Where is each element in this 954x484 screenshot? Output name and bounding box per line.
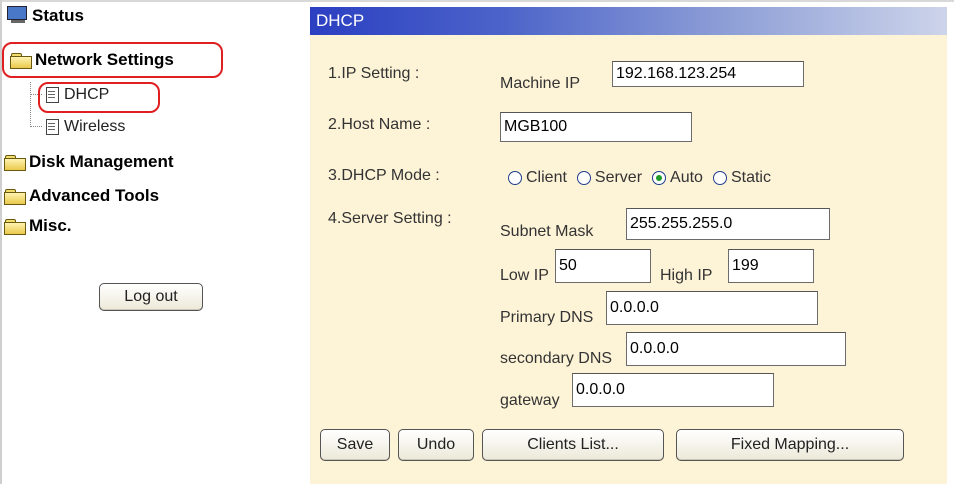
- sidebar-item-label: Advanced Tools: [29, 186, 160, 205]
- logout-button[interactable]: Log out: [99, 283, 203, 311]
- dhcp-panel: DHCP 1.IP Setting : Machine IP 2.Host Na…: [310, 7, 947, 484]
- undo-button[interactable]: Undo: [398, 429, 474, 461]
- page-icon: [44, 87, 60, 103]
- machine-ip-label: Machine IP: [500, 75, 581, 92]
- high-ip-label: High IP: [660, 267, 713, 284]
- radio-label: Client: [526, 169, 567, 186]
- radio-client[interactable]: Client: [508, 169, 567, 187]
- fixed-mapping-button[interactable]: Fixed Mapping...: [676, 429, 904, 461]
- sidebar-item-misc[interactable]: Misc.: [4, 216, 72, 236]
- server-setting-label: 4.Server Setting :: [328, 210, 452, 227]
- save-button[interactable]: Save: [320, 429, 390, 461]
- secondary-dns-label: secondary DNS: [500, 350, 613, 367]
- panel-title-bar: DHCP: [310, 7, 947, 35]
- tree-connector: [30, 126, 42, 127]
- radio-auto[interactable]: Auto: [652, 169, 703, 187]
- sidebar-item-dhcp[interactable]: DHCP: [44, 86, 109, 104]
- radio-label: Static: [730, 169, 771, 186]
- sidebar-item-label: Disk Management: [29, 152, 174, 171]
- main-content: DHCP 1.IP Setting : Machine IP 2.Host Na…: [310, 0, 954, 484]
- clients-list-button[interactable]: Clients List...: [482, 429, 664, 461]
- sidebar-item-label: Network Settings: [35, 50, 174, 69]
- monitor-icon: [6, 6, 30, 26]
- sidebar-item-label: Status: [32, 6, 84, 25]
- sidebar-nav: Status Network Settings DHCP Wireless Di…: [0, 0, 296, 484]
- sidebar-item-status[interactable]: Status: [6, 6, 84, 26]
- folder-icon: [4, 154, 26, 171]
- sidebar-item-wireless[interactable]: Wireless: [44, 118, 125, 136]
- dhcp-mode-label: 3.DHCP Mode :: [328, 167, 440, 184]
- folder-icon: [4, 188, 26, 205]
- sidebar-item-label: DHCP: [64, 86, 110, 103]
- page-icon: [44, 119, 60, 135]
- gateway-label: gateway: [500, 392, 560, 409]
- radio-button-icon: [712, 171, 727, 185]
- sidebar-item-advanced-tools[interactable]: Advanced Tools: [4, 186, 159, 206]
- tree-connector: [30, 82, 31, 127]
- radio-button-icon: [508, 171, 522, 185]
- low-ip-input[interactable]: [555, 249, 651, 283]
- ip-setting-label: 1.IP Setting :: [328, 65, 420, 82]
- sidebar-item-network-settings[interactable]: Network Settings: [10, 50, 174, 70]
- sidebar-item-label: Misc.: [29, 216, 72, 235]
- page-title: DHCP: [316, 11, 365, 30]
- radio-button-icon: [576, 171, 591, 185]
- subnet-mask-label: Subnet Mask: [500, 223, 594, 240]
- secondary-dns-input[interactable]: [626, 332, 846, 366]
- subnet-mask-input[interactable]: [626, 208, 830, 240]
- high-ip-input[interactable]: [728, 249, 814, 283]
- sidebar-item-label: Wireless: [64, 118, 126, 135]
- radio-button-selected-icon: [652, 171, 667, 185]
- gateway-input[interactable]: [572, 373, 774, 407]
- host-name-input[interactable]: [500, 112, 692, 142]
- primary-dns-label: Primary DNS: [500, 309, 594, 326]
- primary-dns-input[interactable]: [606, 291, 818, 325]
- radio-static[interactable]: Static: [712, 169, 771, 187]
- machine-ip-input[interactable]: [612, 61, 804, 87]
- dhcp-mode-radio-group: Client Server Auto Static: [508, 169, 781, 187]
- host-name-label: 2.Host Name :: [328, 116, 431, 133]
- low-ip-label: Low IP: [500, 267, 549, 284]
- folder-open-icon: [10, 52, 32, 69]
- radio-server[interactable]: Server: [576, 169, 643, 187]
- sidebar-item-disk-management[interactable]: Disk Management: [4, 152, 174, 172]
- radio-label: Auto: [670, 169, 703, 186]
- folder-icon: [4, 218, 26, 235]
- radio-label: Server: [594, 169, 643, 186]
